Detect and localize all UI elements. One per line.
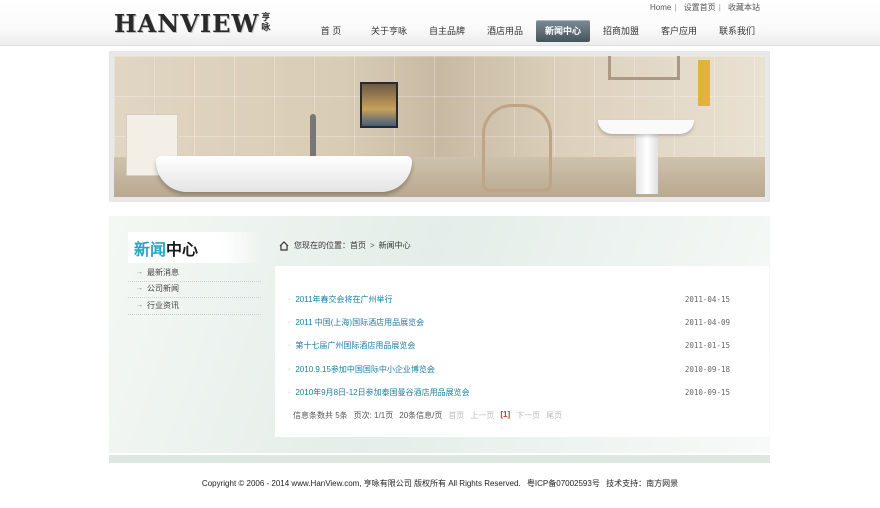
bullet-icon: · (288, 388, 291, 396)
list-item: · 第十七届广州国际酒店用品展览会 2011-01-15 (288, 334, 730, 357)
pager-total: 信息条数共 5条 (293, 411, 348, 420)
arrow-right-icon: → (136, 268, 143, 276)
sidebar-title: 新闻 中心 (128, 232, 261, 263)
bullet-icon: · (288, 365, 291, 373)
list-item: · 2011 中国(上海)国际酒店用品展览会 2011-04-09 (288, 311, 730, 334)
breadcrumb-home-link[interactable]: 首页 (350, 240, 366, 251)
sidebar-menu: → 最新消息 → 公司新闻 → 行业资讯 (128, 265, 261, 315)
nav-item-clients[interactable]: 客户应用 (652, 20, 706, 42)
home-icon (279, 240, 289, 251)
bathroom-banner-image (114, 56, 765, 197)
news-date: 2010-09-18 (684, 364, 730, 374)
pagination: 信息条数共 5条 页次: 1/1页 20条信息/页 首页 上一页 [1] 下一页… (293, 410, 562, 421)
bathtub-faucet (310, 114, 316, 158)
news-date: 2010-09-15 (684, 387, 730, 397)
top-links: Home | 设置首页 | 收藏本站 (645, 2, 760, 13)
main-nav: 首 页 关于亨咏 自主品牌 酒店用品 新闻中心 招商加盟 客户应用 联系我们 (304, 20, 768, 42)
nav-item-franchise[interactable]: 招商加盟 (594, 20, 648, 42)
news-date: 2011-04-15 (684, 295, 730, 305)
logo-chinese-text: 亨咏 (261, 13, 271, 33)
top-link-home[interactable]: Home (650, 3, 671, 12)
news-title-link[interactable]: 2010.9.15参加中国国际中小企业博览会 (295, 364, 685, 375)
sidebar-item-label: 行业资讯 (147, 300, 179, 310)
news-date: 2011-04-09 (684, 318, 730, 328)
chair (482, 104, 552, 192)
sidebar-title-part2: 中心 (166, 241, 199, 259)
breadcrumb: 您现在的位置： 首页 > 新闻中心 (279, 240, 411, 251)
bullet-icon: · (288, 342, 291, 350)
nav-item-brands[interactable]: 自主品牌 (420, 20, 474, 42)
sidebar-item-company-news[interactable]: → 公司新闻 (128, 282, 261, 298)
footer-copyright: Copyright © 2006 - 2014 www.HanView.com,… (201, 479, 521, 488)
news-title-link[interactable]: 第十七届广州国际酒店用品展览会 (295, 340, 685, 351)
content-bottom-bar (109, 455, 770, 463)
nav-item-hotel-supplies[interactable]: 酒店用品 (478, 20, 532, 42)
bullet-icon: · (288, 319, 291, 327)
separator: | (674, 3, 677, 12)
breadcrumb-current: 新闻中心 (378, 241, 411, 250)
mirror (608, 56, 680, 80)
pager-last-button[interactable]: 尾页 (546, 410, 562, 421)
bathtub (156, 156, 412, 192)
pager-prev-button[interactable]: 上一页 (470, 410, 494, 421)
sidebar-item-label: 公司新闻 (147, 284, 179, 293)
nav-item-news[interactable]: 新闻中心 (536, 20, 590, 42)
breadcrumb-prefix: 您现在的位置： (294, 241, 350, 250)
list-item: · 2011年春交会将在广州举行 2011-04-15 (288, 288, 730, 311)
pager-next-button[interactable]: 下一页 (516, 410, 540, 421)
wall-painting (360, 82, 398, 128)
breadcrumb-separator-icon: > (370, 241, 375, 250)
nav-item-home[interactable]: 首 页 (304, 20, 358, 42)
list-item: · 2010年9月8日-12日参加泰国曼谷酒店用品展览会 2010-09-15 (288, 381, 730, 404)
pager-current-page: [1] (500, 410, 511, 419)
pager-first-button[interactable]: 首页 (448, 410, 464, 421)
separator: | (718, 3, 721, 12)
towel (698, 60, 710, 106)
list-item: · 2010.9.15参加中国国际中小企业博览会 2010-09-18 (288, 358, 730, 381)
news-title-link[interactable]: 2011 中国(上海)国际酒店用品展览会 (295, 317, 685, 328)
pager-pages: 页次: 1/1页 (353, 411, 394, 420)
bullet-icon: · (288, 296, 291, 304)
footer-icp-link[interactable]: 粤ICP备07002593号 (527, 479, 600, 488)
top-link-set-homepage[interactable]: 设置首页 (684, 3, 716, 12)
banner-frame (109, 51, 770, 202)
sidebar-item-latest[interactable]: → 最新消息 (128, 265, 261, 282)
top-link-bookmark[interactable]: 收藏本站 (728, 3, 760, 12)
news-list: · 2011年春交会将在广州举行 2011-04-15 · 2011 中国(上海… (288, 288, 730, 404)
sidebar-title-part1: 新闻 (134, 241, 167, 259)
arrow-right-icon: → (136, 285, 143, 292)
sink-basin (598, 120, 694, 134)
sink-pedestal (636, 132, 658, 194)
news-title-link[interactable]: 2011年春交会将在广州举行 (295, 294, 685, 305)
nav-item-about[interactable]: 关于亨咏 (362, 20, 416, 42)
sidebar-item-industry[interactable]: → 行业资讯 (128, 298, 261, 315)
pager-per-page: 20条信息/页 (399, 411, 443, 420)
logo-text: HANVIEW (114, 8, 260, 38)
site-logo[interactable]: HANVIEW 亨咏 (114, 8, 272, 38)
news-title-link[interactable]: 2010年9月8日-12日参加泰国曼谷酒店用品展览会 (295, 387, 685, 398)
nav-item-contact[interactable]: 联系我们 (710, 20, 764, 42)
sidebar-item-label: 最新消息 (147, 267, 179, 277)
footer-support: 技术支持：南方网景 (606, 479, 679, 488)
arrow-right-icon: → (136, 301, 143, 309)
site-header: HANVIEW 亨咏 Home | 设置首页 | 收藏本站 首 页 关于亨咏 自主品… (0, 0, 880, 46)
news-date: 2011-01-15 (684, 341, 730, 351)
site-footer: Copyright © 2006 - 2014 www.HanView.com,… (0, 478, 880, 489)
